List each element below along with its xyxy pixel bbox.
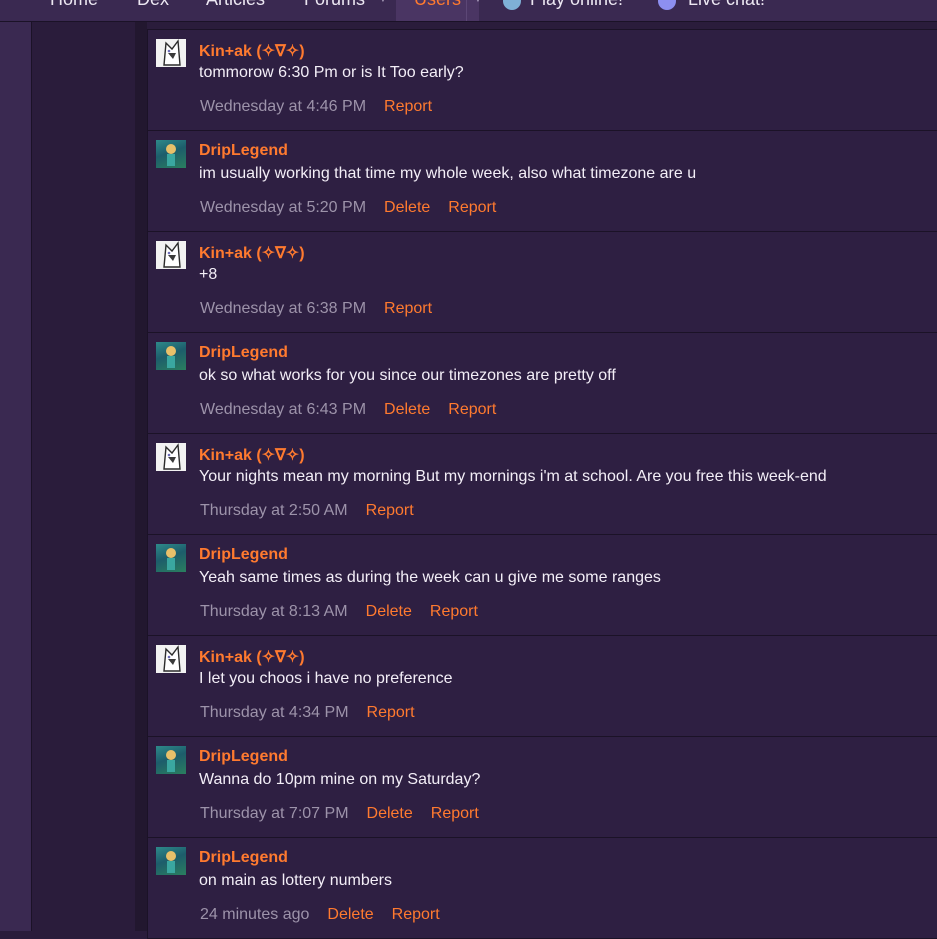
profile-post: DripLegend on main as lottery numbers 24…: [147, 838, 937, 939]
report-link[interactable]: Report: [448, 199, 496, 216]
post-meta: Wednesday at 6:43 PM Delete Report: [200, 401, 496, 419]
delete-link[interactable]: Delete: [384, 199, 430, 216]
profile-rail: [135, 21, 147, 931]
post-text: Yeah same times as during the week can u…: [199, 569, 661, 586]
character-avatar-icon: [166, 346, 176, 368]
avatar-driplegend[interactable]: [156, 847, 186, 875]
post-timestamp[interactable]: Wednesday at 6:38 PM: [200, 300, 366, 317]
report-link[interactable]: Report: [384, 300, 432, 317]
profile-post: Kin+ak (✧∇✧) +8 Wednesday at 6:38 PM Repo…: [147, 232, 937, 333]
post-author[interactable]: DripLegend: [199, 748, 288, 766]
post-timestamp[interactable]: Thursday at 4:34 PM: [200, 704, 349, 721]
post-meta: 24 minutes ago Delete Report: [200, 906, 440, 924]
nav-separator: [466, 0, 467, 21]
post-timestamp[interactable]: Wednesday at 5:20 PM: [200, 199, 366, 216]
delete-link[interactable]: Delete: [327, 906, 373, 923]
profile-post: DripLegend Yeah same times as during the…: [147, 535, 937, 636]
nav-live-chat[interactable]: Live chat!: [688, 0, 765, 21]
character-avatar-icon: [166, 851, 176, 873]
report-link[interactable]: Report: [448, 401, 496, 418]
gamepad-icon: [503, 0, 521, 10]
post-meta: Thursday at 4:34 PM Report: [200, 704, 415, 722]
avatar-driplegend[interactable]: [156, 342, 186, 370]
wolf-avatar-icon: [163, 645, 181, 672]
wolf-avatar-icon: [163, 39, 181, 66]
post-author[interactable]: DripLegend: [199, 849, 288, 867]
post-author[interactable]: DripLegend: [199, 546, 288, 564]
wolf-avatar-icon: [163, 241, 181, 268]
left-sidebar: [0, 0, 32, 931]
post-text: tommorow 6:30 Pm or is It Too early?: [199, 64, 464, 81]
avatar-kinak[interactable]: [156, 443, 186, 471]
report-link[interactable]: Report: [384, 98, 432, 115]
forums-chevron-down-icon[interactable]: ▼: [378, 0, 388, 5]
post-timestamp[interactable]: Wednesday at 4:46 PM: [200, 98, 366, 115]
nav-dex[interactable]: Dex: [137, 0, 169, 21]
post-author[interactable]: Kin+ak (✧∇✧): [199, 41, 305, 61]
character-avatar-icon: [166, 144, 176, 166]
sidebar-divider: [31, 0, 32, 931]
discord-icon: [658, 0, 676, 10]
post-timestamp[interactable]: 24 minutes ago: [200, 906, 309, 923]
post-meta: Wednesday at 4:46 PM Report: [200, 98, 432, 116]
avatar-kinak[interactable]: [156, 39, 186, 67]
character-avatar-icon: [166, 548, 176, 570]
delete-link[interactable]: Delete: [384, 401, 430, 418]
post-meta: Thursday at 8:13 AM Delete Report: [200, 603, 478, 621]
profile-post-list: Kin+ak (✧∇✧) tommorow 6:30 Pm or is It T…: [147, 29, 937, 939]
avatar-kinak[interactable]: [156, 645, 186, 673]
post-meta: Wednesday at 6:38 PM Report: [200, 300, 432, 318]
post-author[interactable]: DripLegend: [199, 344, 288, 362]
post-timestamp[interactable]: Thursday at 2:50 AM: [200, 502, 348, 519]
profile-post: Kin+ak (✧∇✧) Your nights mean my morning…: [147, 434, 937, 535]
profile-post: DripLegend im usually working that time …: [147, 131, 937, 232]
post-author[interactable]: Kin+ak (✧∇✧): [199, 445, 305, 465]
nav-play-online[interactable]: Play online!: [530, 0, 623, 21]
post-timestamp[interactable]: Thursday at 7:07 PM: [200, 805, 349, 822]
post-meta: Thursday at 2:50 AM Report: [200, 502, 414, 520]
report-link[interactable]: Report: [366, 502, 414, 519]
post-text: I let you choos i have no preference: [199, 670, 453, 687]
profile-post: DripLegend ok so what works for you sinc…: [147, 333, 937, 434]
avatar-driplegend[interactable]: [156, 746, 186, 774]
character-avatar-icon: [166, 750, 176, 772]
post-meta: Thursday at 7:07 PM Delete Report: [200, 805, 479, 823]
post-author[interactable]: DripLegend: [199, 142, 288, 160]
profile-post: Kin+ak (✧∇✧) I let you choos i have no p…: [147, 636, 937, 737]
post-text: +8: [199, 266, 218, 283]
report-link[interactable]: Report: [367, 704, 415, 721]
post-author[interactable]: Kin+ak (✧∇✧): [199, 647, 305, 667]
wolf-avatar-icon: [163, 443, 181, 470]
post-timestamp[interactable]: Wednesday at 6:43 PM: [200, 401, 366, 418]
profile-post: Kin+ak (✧∇✧) tommorow 6:30 Pm or is It T…: [147, 30, 937, 131]
post-text: Your nights mean my morning But my morni…: [199, 468, 827, 485]
avatar-kinak[interactable]: [156, 241, 186, 269]
nav-articles[interactable]: Articles: [206, 0, 265, 21]
nav-forums[interactable]: Forums: [304, 0, 365, 21]
avatar-driplegend[interactable]: [156, 140, 186, 168]
profile-post: DripLegend Wanna do 10pm mine on my Satu…: [147, 737, 937, 838]
report-link[interactable]: Report: [431, 805, 479, 822]
post-timestamp[interactable]: Thursday at 8:13 AM: [200, 603, 348, 620]
nav-home[interactable]: Home: [50, 0, 98, 21]
top-navigation: Home Dex Articles Forums ▼ Users ▼ Play …: [0, 0, 937, 22]
delete-link[interactable]: Delete: [367, 805, 413, 822]
delete-link[interactable]: Delete: [366, 603, 412, 620]
post-text: on main as lottery numbers: [199, 872, 392, 889]
avatar-driplegend[interactable]: [156, 544, 186, 572]
users-chevron-down-icon[interactable]: ▼: [473, 0, 483, 5]
post-text: im usually working that time my whole we…: [199, 165, 697, 182]
post-text: ok so what works for you since our timez…: [199, 367, 616, 384]
post-author[interactable]: Kin+ak (✧∇✧): [199, 243, 305, 263]
post-text: Wanna do 10pm mine on my Saturday?: [199, 771, 481, 788]
report-link[interactable]: Report: [430, 603, 478, 620]
report-link[interactable]: Report: [392, 906, 440, 923]
post-meta: Wednesday at 5:20 PM Delete Report: [200, 199, 496, 217]
